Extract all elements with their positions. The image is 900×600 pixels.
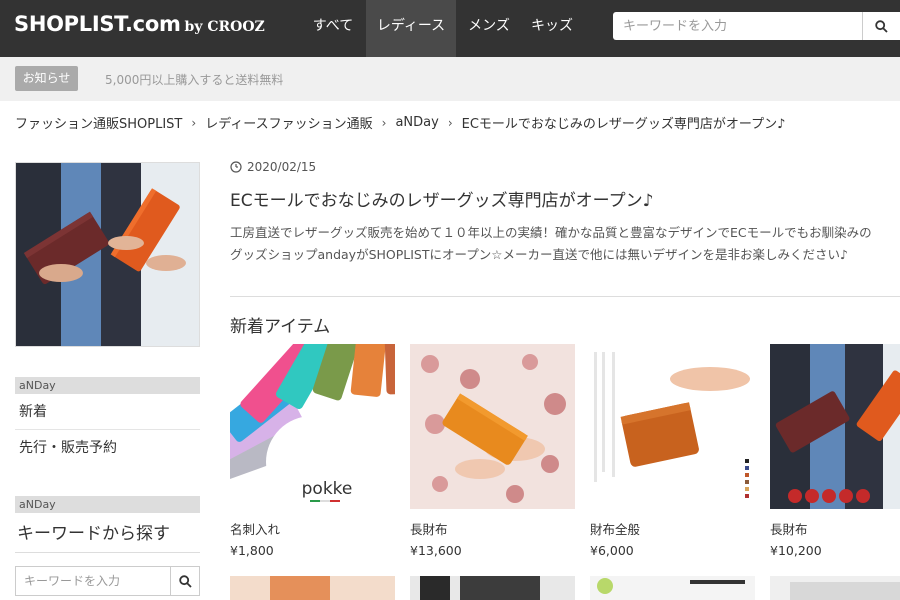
product-name[interactable]: 名刺入れ [230, 519, 395, 538]
chevron-right-icon: › [447, 115, 453, 130]
breadcrumb-home[interactable]: ファッション通販SHOPLIST [15, 113, 182, 132]
product-card[interactable] [410, 576, 575, 600]
article-date-text: 2020/02/15 [247, 160, 317, 174]
header-search [613, 12, 900, 40]
sidebar-search-title: キーワードから探す [15, 519, 200, 553]
product-image[interactable] [590, 344, 755, 509]
product-price: ¥10,200 [770, 543, 822, 558]
nav-mens[interactable]: メンズ [456, 0, 522, 57]
product-name[interactable]: 長財布 [770, 519, 900, 538]
main-nav: すべて レディース メンズ キッズ [300, 0, 582, 57]
product-image[interactable]: pokke [230, 344, 395, 509]
logo-main: SHOPLIST.com [14, 12, 181, 36]
logo-by: by CROOZ [184, 19, 265, 35]
breadcrumb-current: ECモールでおなじみのレザーグッズ専門店がオープン♪ [461, 117, 786, 132]
product-image[interactable] [410, 344, 575, 509]
nav-all[interactable]: すべて [300, 0, 366, 57]
article-desc-line: グッズショップandayがSHOPLISTにオープン☆メーカー直送で他には無いデ… [230, 247, 848, 262]
site-logo[interactable]: SHOPLIST.com by CROOZ [14, 12, 265, 36]
product-card[interactable] [590, 576, 755, 600]
sidebar-link-preorder[interactable]: 先行・販売予約 [15, 436, 200, 466]
site-header: SHOPLIST.com by CROOZ すべて レディース メンズ キッズ [0, 0, 900, 57]
product-card[interactable]: 財布全般 ¥6,000 [590, 344, 755, 558]
notice-bar: お知らせ 5,000円以上購入すると送料無料 [0, 57, 900, 101]
sidebar-link-new[interactable]: 新着 [15, 400, 200, 430]
product-price: ¥6,000 [590, 543, 634, 558]
product-card[interactable]: pokke 名刺入れ ¥1,800 [230, 344, 395, 558]
clock-icon [230, 161, 242, 173]
nav-kids[interactable]: キッズ [522, 0, 582, 57]
product-image-text: pokke [302, 479, 353, 499]
divider [230, 296, 900, 297]
article-description: 工房直送でレザーグッズ販売を始めて１０年以上の実績！確かな品質と豊富なデザインで… [230, 222, 900, 266]
product-price: ¥13,600 [410, 543, 462, 558]
article-date: 2020/02/15 [230, 160, 316, 174]
product-card[interactable] [770, 576, 900, 600]
notice-text[interactable]: 5,000円以上購入すると送料無料 [105, 71, 283, 88]
breadcrumb: ファッション通販SHOPLIST › レディースファッション通販 › aNDay… [15, 113, 785, 132]
search-icon [875, 19, 888, 33]
sidebar-search [15, 566, 200, 596]
search-icon [178, 574, 192, 588]
notice-badge: お知らせ [15, 66, 78, 91]
chevron-right-icon: › [381, 115, 387, 130]
product-card[interactable] [230, 576, 395, 600]
breadcrumb-brand[interactable]: aNDay [395, 115, 438, 130]
search-button[interactable] [862, 12, 900, 40]
sidebar-search-header: aNDay [15, 496, 200, 513]
new-items-title: 新着アイテム [230, 317, 331, 337]
article-desc-line: 工房直送でレザーグッズ販売を始めて１０年以上の実績！確かな品質と豊富なデザインで… [230, 225, 872, 240]
product-name[interactable]: 長財布 [410, 519, 575, 538]
search-input[interactable] [613, 12, 862, 40]
brand-image [15, 162, 200, 347]
sidebar-brand-header: aNDay [15, 377, 200, 394]
sidebar-search-input[interactable] [16, 567, 170, 595]
article-title: ECモールでおなじみのレザーグッズ専門店がオープン♪ [230, 191, 654, 211]
product-name[interactable]: 財布全般 [590, 519, 755, 538]
sidebar-search-button[interactable] [170, 567, 199, 595]
product-image[interactable] [770, 344, 900, 509]
product-card[interactable]: 長財布 ¥13,600 [410, 344, 575, 558]
product-card[interactable]: 長財布 ¥10,200 [770, 344, 900, 558]
product-price: ¥1,800 [230, 543, 274, 558]
breadcrumb-ladies[interactable]: レディースファッション通販 [205, 113, 372, 132]
chevron-right-icon: › [191, 115, 197, 130]
nav-ladies[interactable]: レディース [366, 0, 456, 57]
